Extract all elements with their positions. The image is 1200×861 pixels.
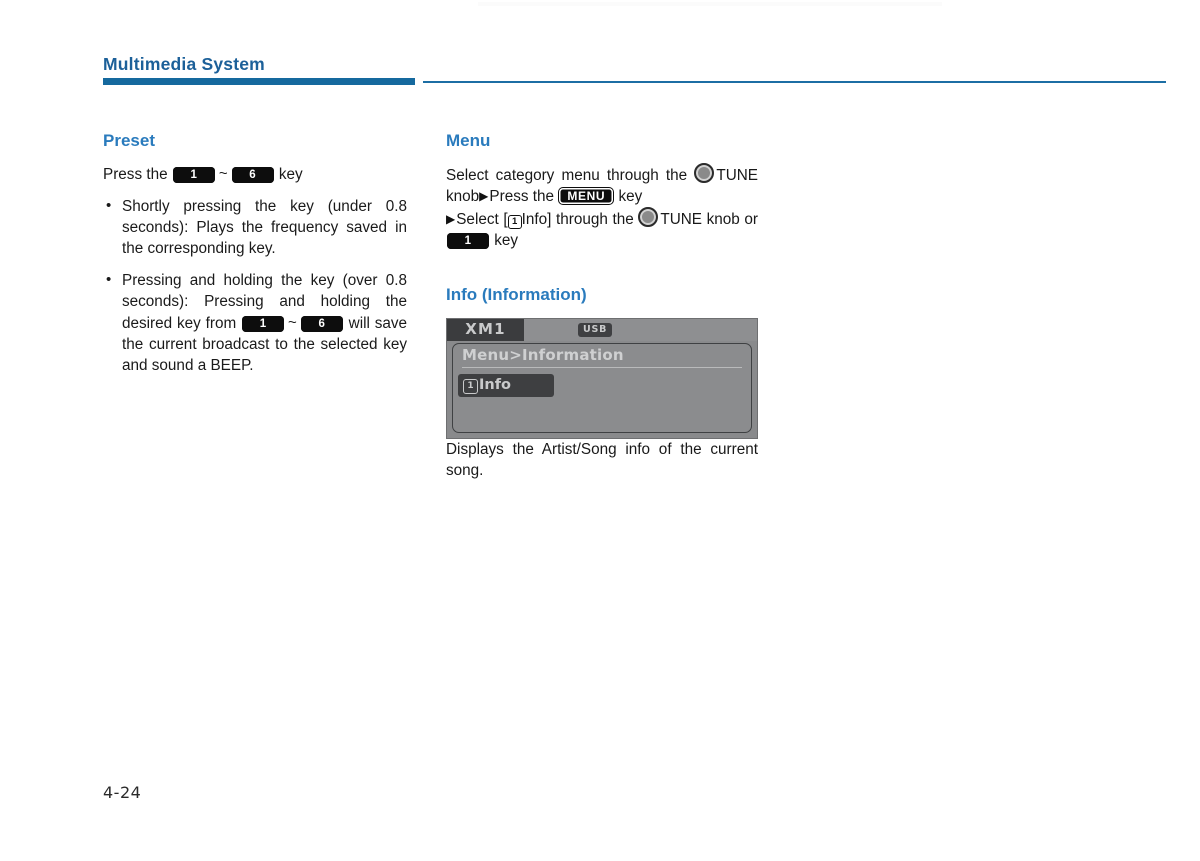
menu-tune-word: TUNE [660, 210, 702, 228]
page-number: 4-24 [103, 783, 142, 802]
boxed-number-icon-lcd: 1 [463, 379, 478, 395]
display-panel-title: Menu>Information [462, 346, 624, 365]
preset-intro-text: Press the [103, 165, 168, 183]
scan-artifact [478, 2, 942, 6]
tune-knob-icon-2 [638, 206, 659, 227]
menu-knob-or: knob or [706, 210, 758, 228]
keycap-1-b: 1 [242, 315, 285, 332]
display-menu-item-info[interactable]: 1 Info [458, 374, 554, 398]
display-topbar: XM1 USB [447, 319, 757, 342]
header-rules [103, 78, 1166, 87]
keycap-6: 6 [231, 166, 274, 183]
keycap-6-b: 6 [300, 315, 343, 332]
preset-intro-suffix: key [278, 165, 303, 183]
keycap-1: 1 [172, 166, 215, 183]
menu-key-word: key [618, 187, 643, 205]
list-item: Pressing and holding the key (over 0.8 s… [103, 269, 407, 376]
menu-line-1: Select category menu through the [446, 166, 688, 184]
section-title-preset: Preset [103, 131, 155, 150]
column-right: Menu Select category menu through the TU… [446, 131, 758, 481]
menu-press-the: Press the [489, 187, 555, 205]
menu-instructions: Select category menu through the TUNE kn… [446, 162, 758, 251]
keycap-menu: MENU [559, 187, 614, 204]
radio-display-mockup: XM1 USB Menu>Information 1 Info [446, 318, 758, 440]
menu-select-open: Select [ [456, 210, 508, 228]
range-tilde-b: ~ [288, 313, 297, 331]
page-header: Multimedia System [103, 54, 1166, 87]
keycap-1-c: 1 [447, 232, 489, 249]
tune-knob-icon [694, 162, 715, 183]
preset-bullet-list: Shortly pressing the key (under 0.8 seco… [103, 195, 407, 376]
header-rule-thin [423, 81, 1166, 84]
boxed-number-icon: 1 [507, 214, 522, 229]
display-panel-divider [462, 367, 742, 369]
range-tilde: ~ [218, 164, 228, 182]
display-source-badge-usb: USB [578, 323, 613, 338]
section-title-info: Info (Information) [446, 284, 587, 304]
page-title: Multimedia System [103, 54, 265, 74]
info-caption: Displays the Artist/Song info of the cur… [446, 441, 758, 480]
display-panel: Menu>Information 1 Info [452, 343, 752, 434]
display-tab-xm1[interactable]: XM1 [447, 319, 524, 342]
section-title-menu: Menu [446, 131, 491, 150]
menu-key-word-2: key [494, 231, 519, 249]
preset-intro: Press the 1 ~6 key [103, 163, 407, 185]
step-arrow-icon-1: ▶ [479, 188, 489, 203]
column-left: Preset Press the 1~6 key Shortly pressin… [103, 131, 407, 481]
step-arrow-icon-2: ▶ [446, 211, 456, 226]
list-item: Shortly pressing the key (under 0.8 seco… [103, 195, 407, 259]
bullet-text-1: Shortly pressing the key (under 0.8 seco… [122, 197, 407, 257]
display-menu-item-label: Info [479, 377, 511, 394]
header-rule-thick [103, 78, 415, 86]
menu-info-word: Info] through the [521, 210, 634, 228]
content-columns: Preset Press the 1~6 key Shortly pressin… [103, 131, 758, 481]
